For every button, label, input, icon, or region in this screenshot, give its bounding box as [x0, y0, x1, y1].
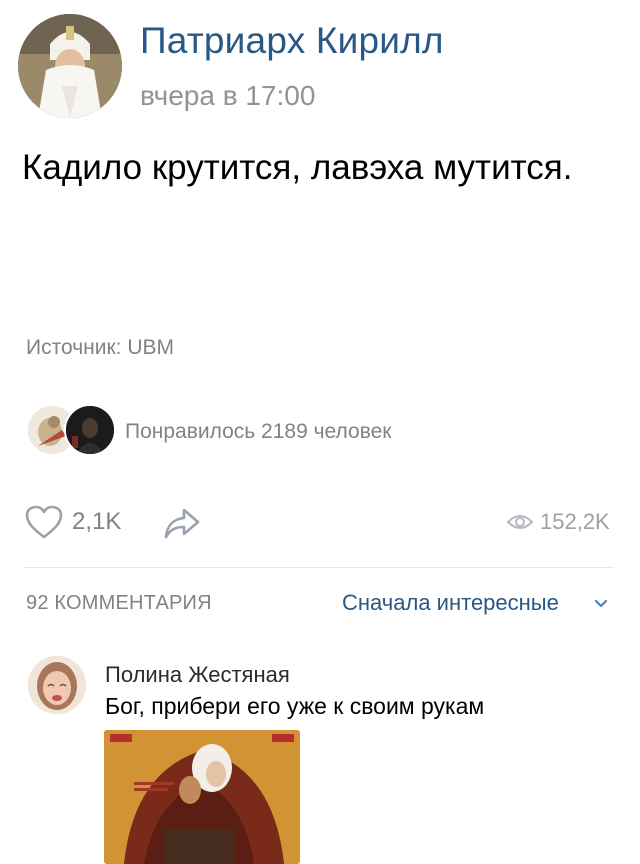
comment-text: Бог, прибери его уже к своим рукам — [105, 693, 485, 719]
chevron-down-icon[interactable] — [593, 597, 609, 609]
heart-icon — [25, 505, 63, 539]
liker-avatar — [64, 404, 116, 456]
post-page: Патриарх Кирилл вчера в 17:00 Кадило кру… — [0, 0, 640, 864]
likes-summary[interactable]: Понравилось 2189 человек — [125, 420, 392, 444]
author-avatar[interactable] — [18, 14, 122, 118]
comment-author[interactable]: Полина Жестяная — [105, 662, 290, 688]
likers-avatars[interactable] — [26, 404, 116, 456]
comment-avatar[interactable] — [28, 656, 86, 714]
views-count: 152,2K — [540, 509, 610, 534]
share-button[interactable] — [162, 506, 202, 540]
post-time[interactable]: вчера в 17:00 — [140, 80, 315, 112]
share-icon — [164, 508, 200, 539]
comments-count: 92 КОММЕНТАРИЯ — [26, 592, 212, 614]
eye-icon — [506, 512, 534, 532]
post-source[interactable]: Источник: UBM — [26, 336, 174, 360]
post-text: Кадило крутится, лавэха мутится. — [22, 148, 573, 187]
divider — [24, 567, 614, 568]
comment-image[interactable] — [104, 730, 300, 864]
author-name[interactable]: Патриарх Кирилл — [140, 20, 444, 62]
like-button[interactable] — [24, 504, 64, 540]
likes-count[interactable]: 2,1K — [72, 508, 121, 536]
comments-sort-button[interactable]: Сначала интересные — [342, 590, 559, 616]
